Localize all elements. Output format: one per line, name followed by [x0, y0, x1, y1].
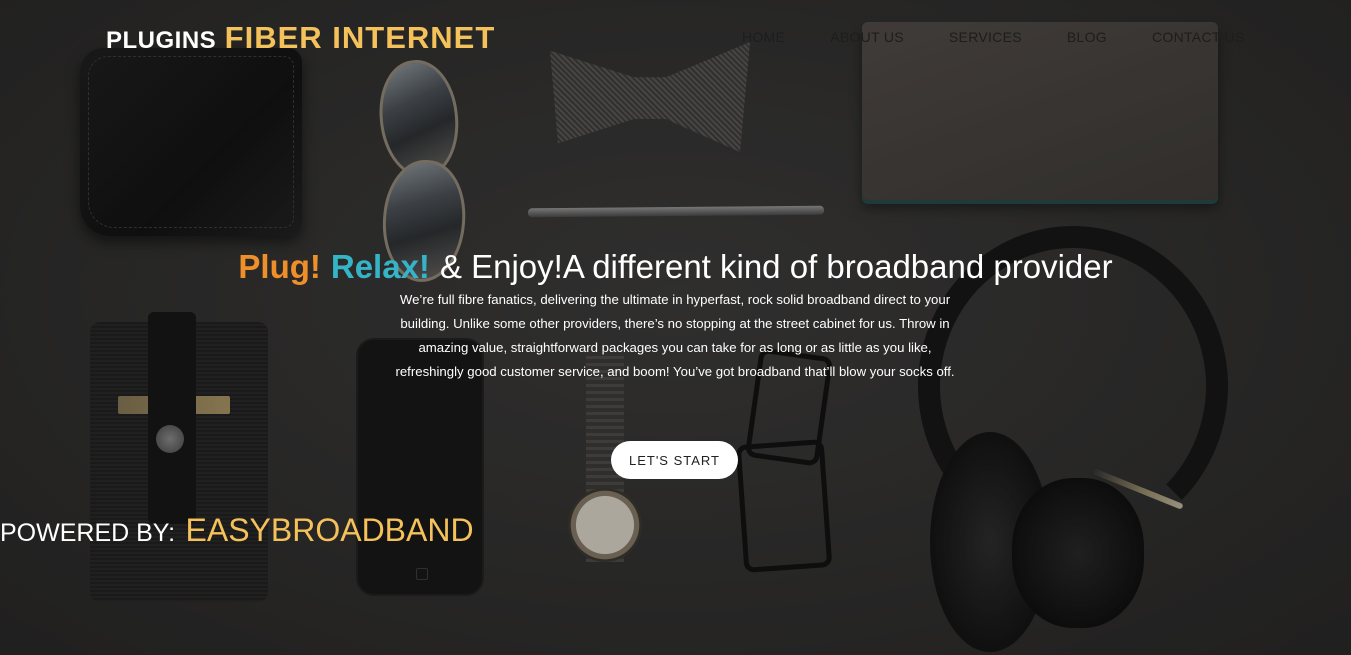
- lets-start-button[interactable]: LET'S START: [611, 441, 738, 479]
- nav-item-home[interactable]: HOME: [742, 29, 785, 45]
- brand-prefix: PLUGINS: [106, 27, 217, 54]
- nav-item-contact-us[interactable]: CONTACT US: [1152, 29, 1245, 45]
- headline-relax: Relax!: [330, 248, 430, 285]
- headline-enjoy: & Enjoy!A different kind of broadband pr…: [439, 248, 1113, 285]
- hero-description: We’re full fibre fanatics, delivering th…: [395, 292, 955, 379]
- powered-by: POWERED BY: EASYBROADBAND: [0, 512, 474, 549]
- hero-headline: Plug! Relax! & Enjoy!A different kind of b…: [0, 248, 1351, 286]
- nav-item-blog[interactable]: BLOG: [1067, 29, 1107, 45]
- main-nav: HOME ABOUT US SERVICES BLOG CONTACT US: [742, 29, 1245, 45]
- site-logo[interactable]: PLUGINS FIBER INTERNET: [106, 20, 495, 56]
- powered-by-name[interactable]: EASYBROADBAND: [186, 512, 474, 548]
- brand-name: FIBER INTERNET: [224, 20, 496, 55]
- powered-by-label: POWERED BY:: [0, 519, 176, 547]
- headline-plug: Plug!: [238, 248, 321, 285]
- nav-item-services[interactable]: SERVICES: [949, 29, 1022, 45]
- nav-item-about-us[interactable]: ABOUT US: [830, 29, 904, 45]
